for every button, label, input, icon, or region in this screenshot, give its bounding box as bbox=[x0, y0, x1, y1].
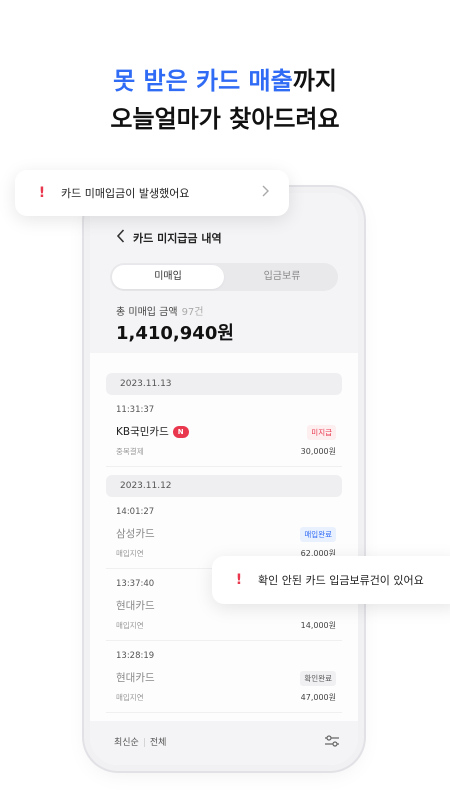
item-time: 14:01:27 bbox=[116, 507, 155, 517]
filter-all[interactable]: 전체 bbox=[150, 738, 167, 748]
item-time: 13:28:19 bbox=[116, 651, 155, 661]
item-amount: 30,000원 bbox=[300, 447, 336, 456]
headline: 못 받은 카드 매출까지 오늘얼마가 찾아드려요 bbox=[0, 64, 450, 136]
toast-message: 카드 미매입금이 발생했어요 bbox=[61, 187, 190, 200]
total-amount: 1,410,940원 bbox=[116, 323, 234, 344]
screen-header: 카드 미지급금 내역 bbox=[116, 229, 222, 246]
item-card-name: 현대카드 bbox=[116, 600, 155, 612]
item-amount: 14,000원 bbox=[300, 621, 336, 630]
item-amount: 47,000원 bbox=[300, 693, 336, 702]
separator: | bbox=[142, 738, 146, 748]
toast-unpurchased-alert[interactable]: ! 카드 미매입금이 발생했어요 bbox=[15, 170, 289, 216]
status-badge: 매입완료 bbox=[300, 527, 336, 542]
summary-panel: 카드 미지급금 내역 미매입 입금보류 총 미매입 금액 97건 1,410,94… bbox=[90, 193, 358, 353]
sort-control[interactable]: 최신순 | 전체 bbox=[114, 735, 166, 748]
total-label-text: 총 미매입 금액 bbox=[116, 307, 178, 318]
chevron-left-icon[interactable] bbox=[116, 229, 125, 246]
item-card-name: 현대카드 bbox=[116, 672, 155, 684]
item-reason: 매입지연 bbox=[116, 693, 144, 702]
list-item[interactable]: 13:28:19 현대카드 확인완료 매입지연 47,000원 bbox=[106, 641, 342, 713]
chevron-right-icon[interactable] bbox=[262, 185, 269, 201]
status-badge: 확인완료 bbox=[300, 671, 336, 686]
bottom-bar: 최신순 | 전체 bbox=[90, 721, 358, 765]
headline-line-1: 못 받은 카드 매출까지 bbox=[0, 64, 450, 98]
headline-accent: 못 받은 카드 매출 bbox=[113, 67, 293, 95]
item-reason: 매입지연 bbox=[116, 621, 144, 630]
transaction-list: 2023.11.13 11:31:37 KB국민카드 N 미지급 중복결제 30,… bbox=[106, 373, 342, 713]
item-reason: 중복결제 bbox=[116, 447, 144, 456]
item-card-name: KB국민카드 N bbox=[116, 424, 189, 439]
tab-unpurchased[interactable]: 미매입 bbox=[112, 265, 224, 289]
new-badge: N bbox=[172, 425, 189, 438]
screen-title: 카드 미지급금 내역 bbox=[133, 231, 222, 245]
exclamation-icon: ! bbox=[235, 572, 243, 588]
date-header: 2023.11.12 bbox=[106, 475, 342, 497]
headline-rest: 까지 bbox=[292, 67, 337, 95]
tab-deposit-hold[interactable]: 입금보류 bbox=[226, 263, 338, 291]
date-header: 2023.11.13 bbox=[106, 373, 342, 395]
phone-mockup: 카드 미지급금 내역 미매입 입금보류 총 미매입 금액 97건 1,410,94… bbox=[90, 193, 358, 765]
item-time: 13:37:40 bbox=[116, 579, 155, 589]
exclamation-icon: ! bbox=[38, 185, 46, 201]
segment-control: 미매입 입금보류 bbox=[110, 263, 338, 291]
card-name: KB국민카드 bbox=[116, 426, 169, 438]
list-item[interactable]: 11:31:37 KB국민카드 N 미지급 중복결제 30,000원 bbox=[106, 395, 342, 467]
item-card-name: 삼성카드 bbox=[116, 528, 155, 540]
total-count: 97건 bbox=[181, 307, 204, 318]
total-label: 총 미매입 금액 97건 bbox=[116, 303, 204, 318]
toast-deposit-hold-alert[interactable]: ! 확인 안된 카드 입금보류건이 있어요 bbox=[212, 556, 450, 604]
item-time: 11:31:37 bbox=[116, 405, 155, 415]
toast-message: 확인 안된 카드 입금보류건이 있어요 bbox=[258, 574, 424, 587]
headline-line-2: 오늘얼마가 찾아드려요 bbox=[110, 105, 340, 133]
filter-icon[interactable] bbox=[324, 733, 340, 747]
sort-order[interactable]: 최신순 bbox=[114, 738, 139, 748]
item-reason: 매입지연 bbox=[116, 549, 144, 558]
status-badge: 미지급 bbox=[307, 425, 336, 440]
